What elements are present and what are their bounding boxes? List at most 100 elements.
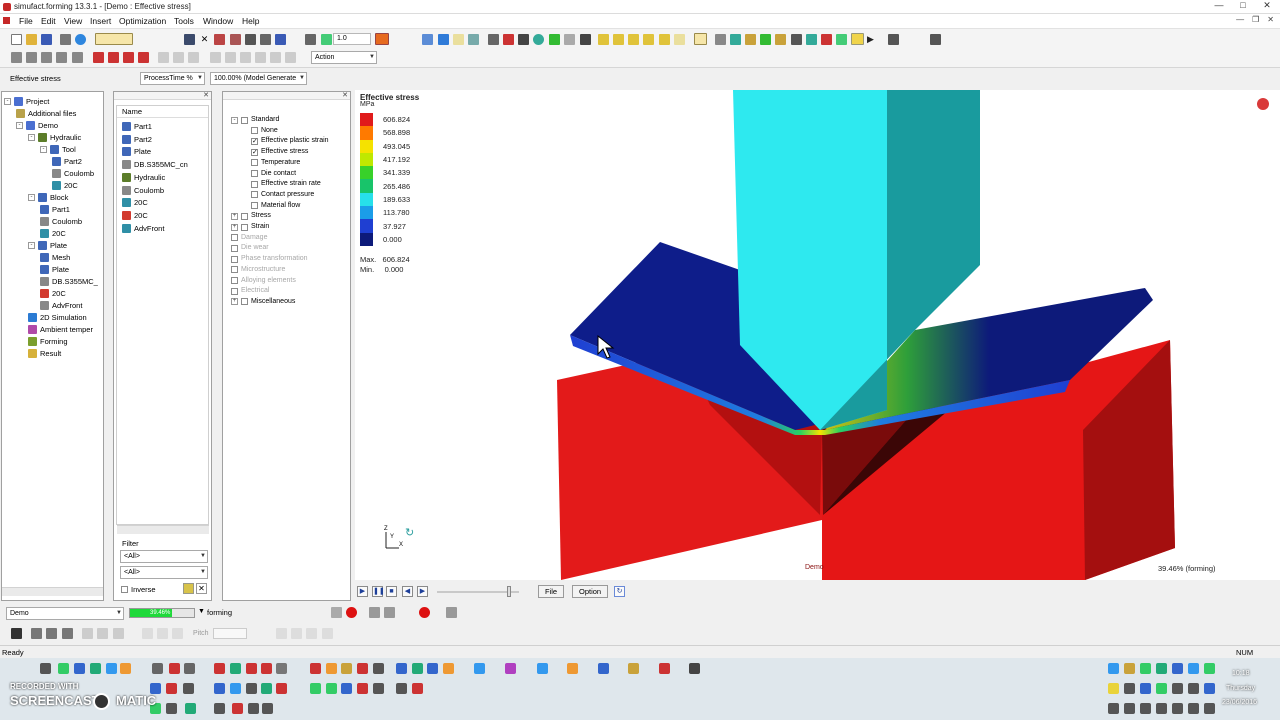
- tree-expander-icon[interactable]: -: [4, 98, 11, 105]
- taskbar-app-icon[interactable]: [214, 703, 225, 714]
- taskbar-app-icon[interactable]: [1140, 663, 1151, 674]
- sim-tool-a-icon[interactable]: [369, 607, 380, 618]
- tool-k-icon[interactable]: [173, 52, 184, 63]
- project-tree-item[interactable]: 2D Simulation: [28, 312, 87, 323]
- open-folder-icon[interactable]: [26, 34, 37, 45]
- mdi-minimize-icon[interactable]: —: [1236, 15, 1244, 24]
- select-icon[interactable]: [214, 34, 225, 45]
- clip-icon[interactable]: [230, 34, 241, 45]
- result-tree-item[interactable]: Effective strain rate: [251, 179, 321, 189]
- taskbar-app-icon[interactable]: [598, 663, 609, 674]
- project-tree-item[interactable]: - Demo: [16, 120, 58, 131]
- tree-expander-icon[interactable]: +: [231, 223, 238, 231]
- project-tree-item[interactable]: DB.S355MC_: [40, 276, 98, 287]
- taskbar-app-icon[interactable]: [628, 663, 639, 674]
- taskbar-app-icon[interactable]: [152, 663, 163, 674]
- project-tree-item[interactable]: Coulomb: [52, 168, 94, 179]
- result-checkbox[interactable]: [231, 277, 238, 284]
- taskbar-app-icon[interactable]: [74, 663, 85, 674]
- light-icon[interactable]: [745, 34, 756, 45]
- magnify-icon[interactable]: [62, 628, 73, 639]
- taskbar-app-icon[interactable]: [474, 663, 485, 674]
- result-tree-item[interactable]: + Strain: [231, 222, 269, 232]
- menu-tools[interactable]: Tools: [174, 16, 194, 26]
- taskbar-app-icon[interactable]: [183, 683, 194, 694]
- taskbar-app-icon[interactable]: [1172, 663, 1183, 674]
- file-button[interactable]: File: [538, 585, 565, 598]
- sim-tool-c-icon[interactable]: [446, 607, 457, 618]
- result-tree-item[interactable]: Temperature: [251, 158, 300, 168]
- result-checkbox[interactable]: [241, 212, 248, 220]
- result-tree-item[interactable]: ✓ Effective stress: [251, 147, 308, 157]
- tool-c-icon[interactable]: [41, 52, 52, 63]
- axis-z-icon[interactable]: [172, 628, 183, 639]
- project-tree-item[interactable]: Plate: [40, 264, 69, 275]
- tree-expander-icon[interactable]: +: [231, 212, 238, 220]
- minimize-icon[interactable]: —: [1212, 0, 1226, 11]
- menu-optimization[interactable]: Optimization: [119, 16, 166, 26]
- catalog-item[interactable]: Part1: [122, 121, 152, 132]
- menu-help[interactable]: Help: [242, 16, 259, 26]
- taskbar-app-icon[interactable]: [1156, 683, 1167, 694]
- save-icon[interactable]: [41, 34, 52, 45]
- tool-e-icon[interactable]: [72, 52, 83, 63]
- play-button[interactable]: ▶: [357, 586, 368, 597]
- next-frame-button[interactable]: ▶: [417, 586, 428, 597]
- pick-icon[interactable]: [503, 34, 514, 45]
- record-sim-icon[interactable]: [419, 607, 430, 618]
- project-tree-item[interactable]: Forming: [28, 336, 68, 347]
- project-tree-item[interactable]: Mesh: [40, 252, 70, 263]
- taskbar-app-icon[interactable]: [1188, 663, 1199, 674]
- taskbar-app-icon[interactable]: [166, 703, 177, 714]
- filter-select-1[interactable]: <All> ▼: [120, 550, 208, 563]
- taskbar-app-icon[interactable]: [326, 663, 337, 674]
- box-icon[interactable]: [453, 34, 464, 45]
- align-a-icon[interactable]: [276, 628, 287, 639]
- tree-expander-icon[interactable]: -: [16, 122, 23, 129]
- result-checkbox[interactable]: [251, 170, 258, 177]
- play-icon[interactable]: ▶: [867, 34, 878, 45]
- taskbar-app-icon[interactable]: [276, 683, 287, 694]
- camera-icon[interactable]: [245, 34, 256, 45]
- taskbar-app-icon[interactable]: [1140, 683, 1151, 694]
- tree-expander-icon[interactable]: -: [28, 134, 35, 141]
- taskbar-app-icon[interactable]: [214, 683, 225, 694]
- taskbar-app-icon[interactable]: [248, 703, 259, 714]
- taskbar-app-icon[interactable]: [1108, 663, 1119, 674]
- globe-icon[interactable]: [75, 34, 86, 45]
- move-icon[interactable]: [82, 628, 93, 639]
- view-right-icon[interactable]: [643, 34, 654, 45]
- taskbar-app-icon[interactable]: [261, 683, 272, 694]
- record-icon[interactable]: [888, 34, 899, 45]
- path-icon[interactable]: [836, 34, 847, 45]
- playback-track[interactable]: [437, 586, 519, 597]
- taskbar-app-icon[interactable]: [326, 683, 337, 694]
- result-tree-item[interactable]: Microstructure: [231, 265, 285, 275]
- taskbar-app-icon[interactable]: [443, 663, 454, 674]
- zoom-box-icon[interactable]: [549, 34, 560, 45]
- align-c-icon[interactable]: [306, 628, 317, 639]
- tracking-icon[interactable]: [806, 34, 817, 45]
- result-tree-item[interactable]: Contact pressure: [251, 190, 314, 200]
- taskbar-app-icon[interactable]: [1188, 683, 1199, 694]
- process-select[interactable]: Demo ▼: [6, 607, 124, 620]
- taskbar-app-icon[interactable]: [396, 663, 407, 674]
- panel-close-icon[interactable]: ✕: [342, 91, 348, 99]
- taskbar-app-icon[interactable]: [90, 663, 101, 674]
- taskbar-app-icon[interactable]: [276, 663, 287, 674]
- delete-icon[interactable]: ✕: [199, 34, 210, 45]
- taskbar-app-icon[interactable]: [412, 683, 423, 694]
- panel-close-icon[interactable]: ✕: [203, 91, 209, 99]
- tool-a-icon[interactable]: [11, 52, 22, 63]
- tool-f-icon[interactable]: [93, 52, 104, 63]
- stop-button[interactable]: ■: [386, 586, 397, 597]
- rotate-view-icon[interactable]: ↻: [405, 526, 414, 539]
- project-tree-scrollbar[interactable]: [2, 587, 103, 596]
- tool-l-icon[interactable]: [188, 52, 199, 63]
- catalog-item[interactable]: DB.S355MC_cn: [122, 159, 188, 170]
- taskbar-app-icon[interactable]: [373, 663, 384, 674]
- playback-thumb[interactable]: [507, 586, 512, 597]
- perspective-icon[interactable]: [694, 33, 707, 45]
- tool-q-icon[interactable]: [270, 52, 281, 63]
- frame-icon[interactable]: [46, 628, 57, 639]
